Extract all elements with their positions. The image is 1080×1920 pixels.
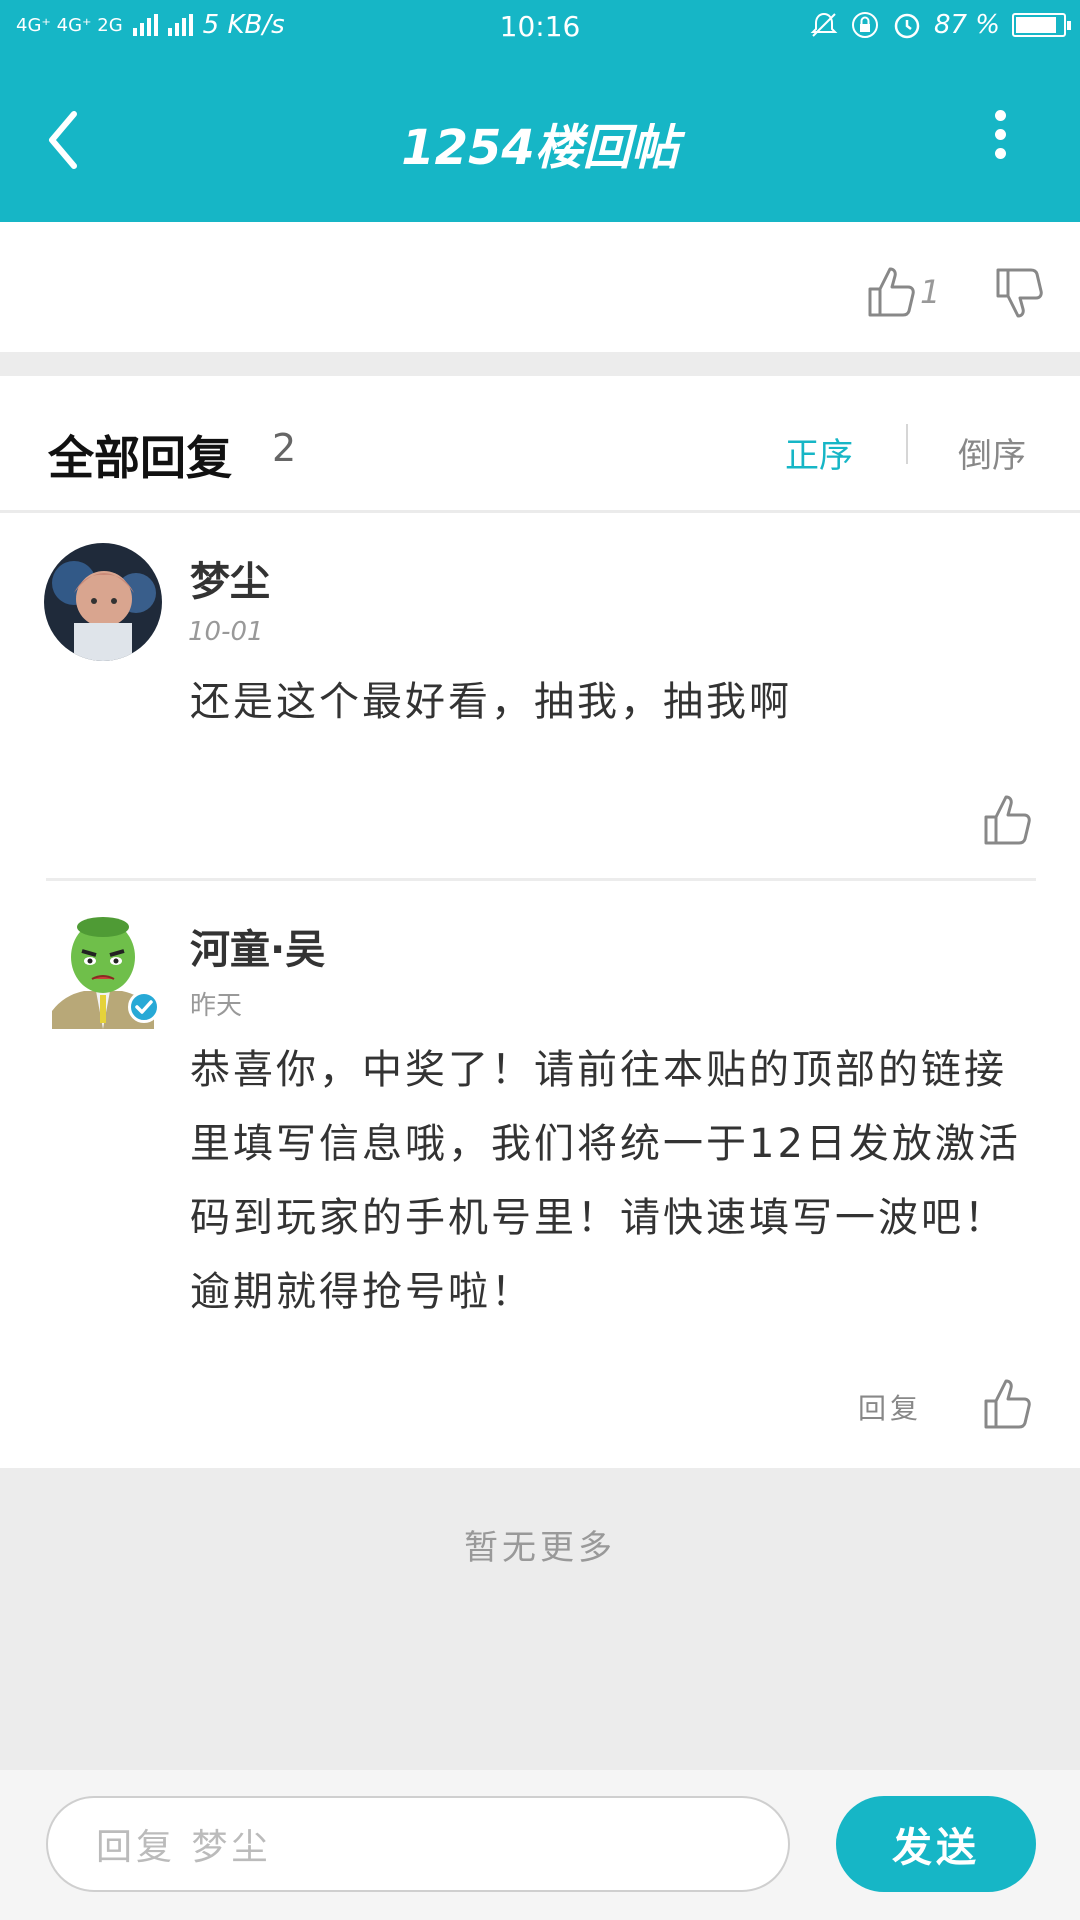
like-count: 1	[920, 273, 941, 311]
status-right: 87 %	[810, 10, 1071, 40]
reply-button[interactable]: 回复	[858, 1387, 922, 1427]
list-footer	[0, 1468, 1080, 1770]
avatar[interactable]	[44, 543, 162, 661]
thumb-up-icon	[868, 267, 915, 317]
reply-text: 恭喜你，中奖了！请前往本贴的顶部的链接里填写信息哦，我们将统一于12日发放激活码…	[190, 1047, 1021, 1315]
reply-text: 还是这个最好看，抽我，抽我啊	[190, 679, 792, 725]
sort-divider	[906, 424, 908, 464]
battery-icon	[1012, 13, 1071, 37]
reply-date: 昨天	[190, 991, 243, 1021]
sort-ascending-tab[interactable]: 正序	[785, 428, 853, 477]
more-options-button[interactable]	[980, 110, 1020, 170]
reply-item: 河童·吴 昨天 恭喜你，中奖了！请前往本贴的顶部的链接里填写信息哦，我们将统一于…	[0, 881, 1080, 1467]
battery-percent: 87 %	[933, 10, 1000, 40]
send-button[interactable]: 发送	[836, 1796, 1036, 1892]
thumb-down-icon	[996, 268, 1043, 318]
thumb-down-button[interactable]	[994, 266, 1050, 326]
battery-level	[1016, 17, 1057, 33]
more-dot	[994, 110, 1006, 121]
alarm-icon	[894, 13, 920, 39]
replies-count: 2	[272, 426, 297, 470]
section-gap	[0, 352, 1080, 376]
more-dot	[994, 148, 1006, 159]
thumb-up-button[interactable]: 1	[866, 262, 966, 322]
reply-like-button[interactable]	[982, 793, 1042, 853]
reply-item: 梦尘 10-01 还是这个最好看，抽我，抽我啊	[0, 513, 1080, 878]
thumb-up-icon	[984, 795, 1031, 845]
verified-badge-icon	[128, 991, 160, 1023]
mute-bell-icon	[810, 12, 838, 37]
lock-rotation-icon	[851, 12, 878, 38]
check-icon	[135, 1000, 153, 1014]
username[interactable]: 梦尘	[190, 549, 270, 607]
reply-date: 10-01	[188, 617, 264, 647]
reply-input[interactable]: 回复 梦尘	[46, 1796, 790, 1892]
replies-header: 全部回复 2 正序 倒序	[0, 376, 1080, 513]
sort-descending-tab[interactable]: 倒序	[958, 428, 1026, 477]
no-more-label: 暂无更多	[464, 1528, 616, 1568]
page-title: 1254楼回帖	[401, 120, 679, 176]
reply-like-button[interactable]	[982, 1377, 1042, 1437]
thumb-up-icon	[984, 1379, 1031, 1429]
avatar[interactable]	[44, 911, 162, 1029]
more-dot	[994, 129, 1006, 140]
replies-title: 全部回复	[48, 431, 232, 485]
avatar-image	[44, 543, 162, 661]
username[interactable]: 河童·吴	[190, 917, 325, 975]
